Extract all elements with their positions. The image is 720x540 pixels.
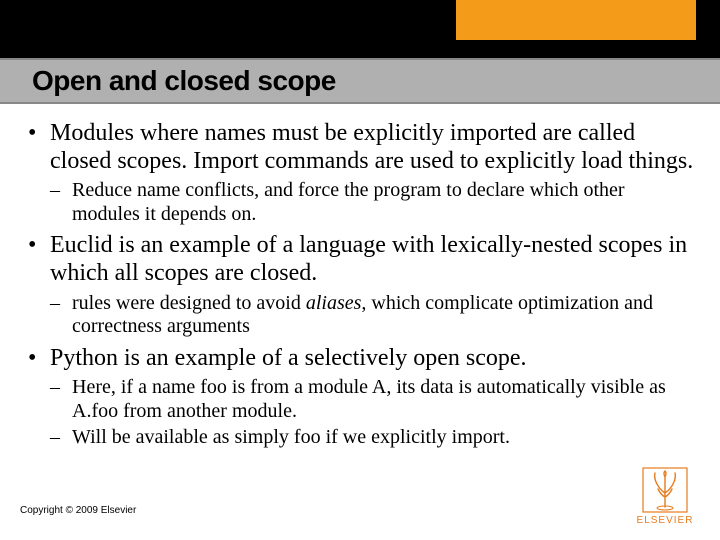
copyright-text: Copyright © 2009 Elsevier [20,505,136,516]
bullet-text: Euclid is an example of a language with … [50,232,687,286]
bullet-text: Modules where names must be explicitly i… [50,120,693,174]
bullet-text: Python is an example of a selectively op… [50,345,527,371]
title-bar: Open and closed scope [0,58,720,104]
sub-text-prefix: rules were designed to avoid [72,292,306,314]
sub-text-italic: aliases [306,292,362,314]
sub-list: rules were designed to avoid aliases, wh… [50,292,694,339]
sub-text: Here, if a name foo is from a module A, … [72,376,666,422]
bullet-item: Modules where names must be explicitly i… [26,120,694,226]
tree-icon [642,467,688,513]
bullet-list: Modules where names must be explicitly i… [26,120,694,449]
sub-text: Will be available as simply foo if we ex… [72,426,510,448]
sub-text: Reduce name conflicts, and force the pro… [72,179,625,225]
bullet-item: Python is an example of a selectively op… [26,345,694,449]
sub-item: Here, if a name foo is from a module A, … [50,376,694,423]
sub-item: Will be available as simply foo if we ex… [50,426,694,450]
elsevier-logo: ELSEVIER [632,467,698,526]
slide-title: Open and closed scope [32,65,336,97]
slide: Open and closed scope Modules where name… [0,0,720,540]
content-area: Modules where names must be explicitly i… [26,120,694,455]
bullet-item: Euclid is an example of a language with … [26,232,694,338]
sub-list: Reduce name conflicts, and force the pro… [50,179,694,226]
sub-list: Here, if a name foo is from a module A, … [50,376,694,449]
header-orange-box [456,0,696,40]
logo-label: ELSEVIER [632,515,698,526]
sub-item: Reduce name conflicts, and force the pro… [50,179,694,226]
sub-item: rules were designed to avoid aliases, wh… [50,292,694,339]
